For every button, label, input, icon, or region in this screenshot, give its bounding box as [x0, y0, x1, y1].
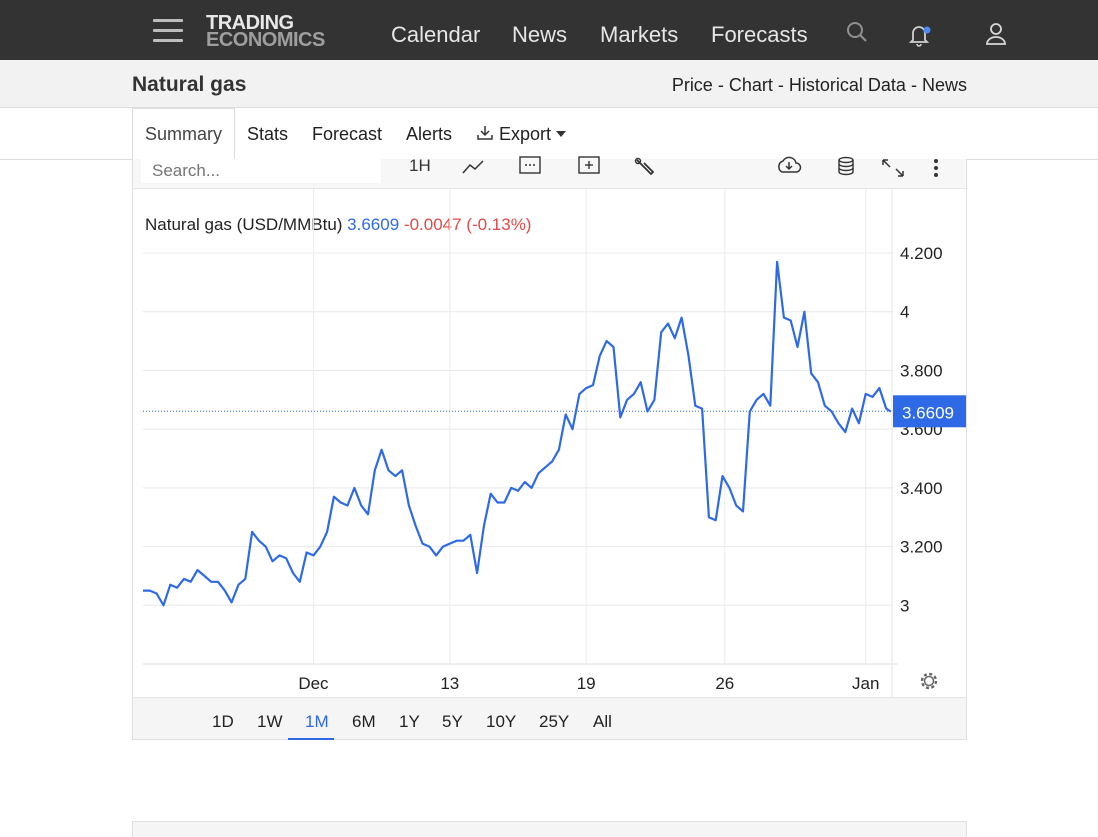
range-button-10y[interactable]: 10Y: [486, 712, 516, 732]
price-series-line: [143, 260, 892, 607]
link-price[interactable]: Price: [672, 75, 713, 95]
x-tick-label: 19: [577, 674, 596, 693]
menu-icon[interactable]: [153, 19, 183, 43]
y-tick-label: 3.800: [900, 361, 943, 380]
link-chart[interactable]: Chart: [729, 75, 773, 95]
price-chart[interactable]: 33.2003.4003.6003.80044.200Dec 13 19 26 Jan3…: [133, 189, 966, 697]
tab-summary[interactable]: Summary: [145, 124, 222, 145]
database-icon[interactable]: [836, 155, 856, 177]
range-button-all[interactable]: All: [593, 712, 612, 732]
calendar-icon[interactable]: [518, 155, 542, 175]
download-icon: [477, 126, 493, 140]
separator: -: [717, 75, 724, 95]
tab-export-label: Export: [499, 124, 552, 144]
link-historical-data[interactable]: Historical Data: [789, 75, 906, 95]
logo-line2: ECONOMICS: [206, 29, 325, 51]
range-button-25y[interactable]: 25Y: [539, 712, 569, 732]
range-button-1d[interactable]: 1D: [212, 712, 234, 732]
x-tick-label: Dec: [298, 674, 329, 693]
search-icon[interactable]: [845, 20, 869, 44]
download-cloud-icon[interactable]: [774, 156, 804, 176]
y-tick-label: 3.200: [900, 538, 943, 557]
settings-gear-icon[interactable]: [920, 672, 938, 690]
tab-alerts[interactable]: Alerts: [406, 124, 452, 145]
active-range-underline: [288, 738, 334, 740]
nav-news[interactable]: News: [512, 22, 567, 48]
symbol-search-input[interactable]: [141, 159, 381, 183]
x-tick-label: 26: [715, 674, 734, 693]
interval-button[interactable]: 1H: [409, 156, 431, 176]
compare-add-icon[interactable]: [577, 155, 601, 175]
y-tick-label: 3.400: [900, 479, 943, 498]
top-navbar: TRADING ECONOMICS Calendar News Markets …: [0, 0, 1098, 60]
range-button-5y[interactable]: 5Y: [442, 712, 463, 732]
link-news[interactable]: News: [922, 75, 967, 95]
separator: -: [910, 75, 917, 95]
chart-card: 1H N: [132, 156, 967, 740]
range-button-1y[interactable]: 1Y: [399, 712, 420, 732]
y-tick-label: 4: [900, 303, 909, 322]
y-tick-label: 4.200: [900, 244, 943, 263]
tab-forecast[interactable]: Forecast: [312, 124, 382, 145]
caret-down-icon: [556, 131, 567, 137]
fullscreen-icon[interactable]: [881, 158, 905, 178]
logo[interactable]: TRADING ECONOMICS: [206, 13, 325, 51]
indicator-wrench-icon[interactable]: [633, 157, 657, 177]
nav-markets[interactable]: Markets: [600, 22, 678, 48]
quick-links: Price - Chart - Historical Data - News: [672, 75, 967, 96]
x-tick-label: 13: [440, 674, 459, 693]
bell-icon[interactable]: [907, 22, 933, 48]
tab-stats[interactable]: Stats: [247, 124, 288, 145]
notification-dot: [923, 26, 931, 34]
more-vertical-icon[interactable]: [931, 158, 941, 178]
nav-forecasts[interactable]: Forecasts: [711, 22, 808, 48]
tab-export[interactable]: Export: [476, 124, 567, 145]
range-button-1w[interactable]: 1W: [257, 712, 283, 732]
sub-header: Natural gas Price - Chart - Historical D…: [0, 60, 1098, 108]
gear-hub: [923, 675, 935, 687]
page-title: Natural gas: [132, 73, 247, 96]
tabs-row: Summary Stats Forecast Alerts Export: [0, 108, 1098, 160]
separator: -: [777, 75, 784, 95]
nav-calendar[interactable]: Calendar: [391, 22, 480, 48]
range-button-6m[interactable]: 6M: [352, 712, 376, 732]
y-tick-label: 3: [900, 596, 909, 615]
x-tick-label: Jan: [852, 674, 879, 693]
next-section-edge: [132, 821, 967, 837]
line-type-icon[interactable]: [461, 159, 485, 177]
last-price-tag-label: 3.6609: [902, 403, 954, 422]
range-selector: 1D 1W 1M 6M 1Y 5Y 10Y 25Y All: [133, 697, 966, 740]
range-button-1m[interactable]: 1M: [305, 712, 329, 732]
user-icon[interactable]: [984, 22, 1008, 46]
chart-toolbar: 1H: [133, 156, 966, 189]
